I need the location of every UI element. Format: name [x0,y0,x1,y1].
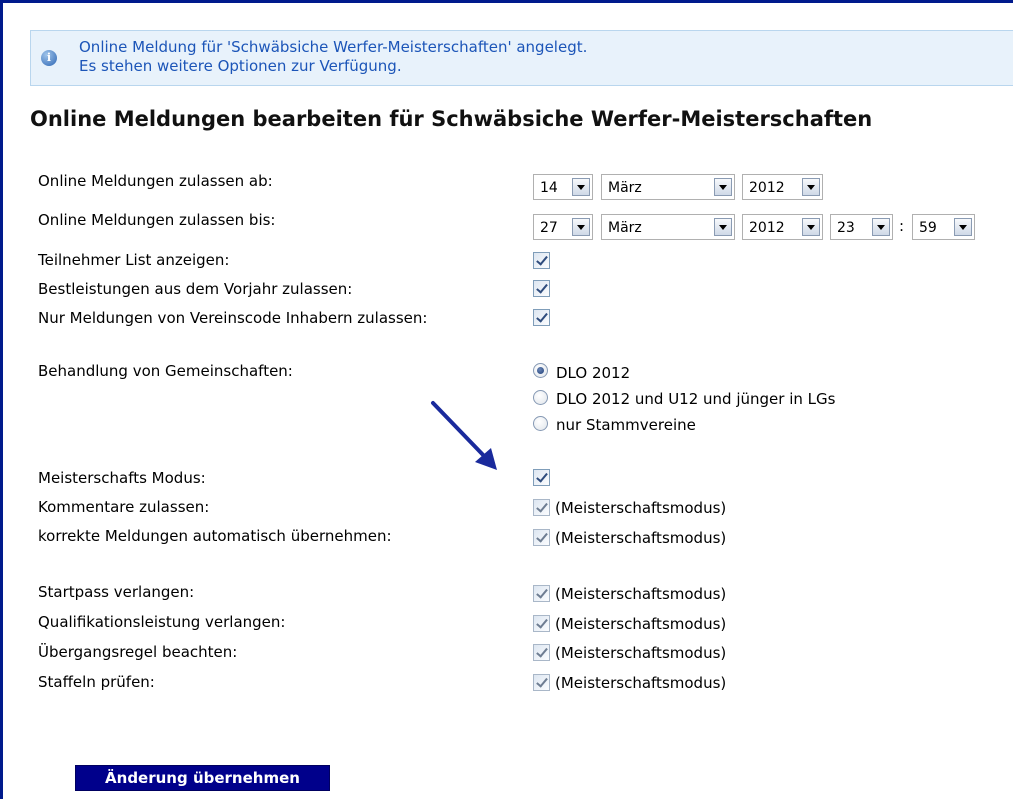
date-to-month-value: März [608,220,642,236]
info-line-1: Online Meldung für 'Schwäbsiche Werfer-M… [79,38,588,56]
date-to-year-select[interactable]: 2012 [742,214,823,240]
meisterschafts-modus-checkbox[interactable] [533,469,550,486]
korrekte-meldungen-note: (Meisterschaftsmodus) [555,529,727,547]
submit-button[interactable]: Änderung übernehmen [75,765,330,791]
radio-dlo-2012[interactable] [533,363,548,378]
date-to-day-value: 27 [540,220,558,236]
date-to-month-select[interactable]: März [601,214,735,240]
startpass-label: Startpass verlangen: [38,583,195,601]
teilnehmer-label: Teilnehmer List anzeigen: [38,251,230,269]
vereinscode-checkbox[interactable] [533,309,550,326]
time-separator: : [899,217,905,235]
date-from-month-select[interactable]: März [601,174,735,200]
annotation-arrow-icon [431,401,497,470]
radio-dlo-2012-label: DLO 2012 [556,364,631,382]
info-message-text: Online Meldung für 'Schwäbsiche Werfer-M… [79,38,587,76]
info-line-2: Es stehen weitere Optionen zur Verfügung… [79,57,402,75]
vereinscode-label: Nur Meldungen von Vereinscode Inhabern z… [38,309,428,327]
chevron-down-icon[interactable] [802,178,820,196]
date-to-year-value: 2012 [749,220,785,236]
staffeln-checkbox[interactable] [533,674,550,691]
bestleistungen-label: Bestleistungen aus dem Vorjahr zulassen: [38,280,353,298]
radio-stammvereine-label: nur Stammvereine [556,416,696,434]
korrekte-meldungen-label: korrekte Meldungen automatisch übernehme… [38,527,392,545]
radio-stammvereine[interactable] [533,416,548,431]
date-from-day-select[interactable]: 14 [533,174,593,200]
chevron-down-icon[interactable] [572,178,590,196]
date-to-hour-select[interactable]: 23 [830,214,893,240]
date-from-year-value: 2012 [749,180,785,196]
kommentare-label: Kommentare zulassen: [38,498,210,516]
date-to-label: Online Meldungen zulassen bis: [38,211,276,229]
date-from-year-select[interactable]: 2012 [742,174,823,200]
startpass-note: (Meisterschaftsmodus) [555,585,727,603]
date-from-label: Online Meldungen zulassen ab: [38,172,273,190]
uebergangsregel-checkbox[interactable] [533,644,550,661]
qualifikation-note: (Meisterschaftsmodus) [555,615,727,633]
chevron-down-icon[interactable] [954,218,972,236]
chevron-down-icon[interactable] [714,218,732,236]
date-to-minute-value: 59 [919,220,937,236]
window-frame-left [0,0,3,799]
qualifikation-checkbox[interactable] [533,615,550,632]
radio-dlo-2012-u12-label: DLO 2012 und U12 und jünger in LGs [556,390,836,408]
kommentare-checkbox[interactable] [533,499,550,516]
meisterschafts-modus-label: Meisterschafts Modus: [38,469,206,487]
date-to-hour-value: 23 [837,220,855,236]
staffeln-label: Staffeln prüfen: [38,673,155,691]
teilnehmer-checkbox[interactable] [533,252,550,269]
date-from-month-value: März [608,180,642,196]
chevron-down-icon[interactable] [802,218,820,236]
uebergangsregel-label: Übergangsregel beachten: [38,643,238,661]
radio-dlo-2012-u12[interactable] [533,390,548,405]
info-message: i Online Meldung für 'Schwäbsiche Werfer… [30,30,1013,86]
korrekte-meldungen-checkbox[interactable] [533,529,550,546]
gemeinschaften-label: Behandlung von Gemeinschaften: [38,362,293,380]
window-frame-top [0,0,1013,3]
date-from-day-value: 14 [540,180,558,196]
chevron-down-icon[interactable] [872,218,890,236]
bestleistungen-checkbox[interactable] [533,280,550,297]
staffeln-note: (Meisterschaftsmodus) [555,674,727,692]
page-title: Online Meldungen bearbeiten für Schwäbsi… [30,107,873,131]
kommentare-note: (Meisterschaftsmodus) [555,499,727,517]
info-icon: i [41,50,57,66]
startpass-checkbox[interactable] [533,585,550,602]
chevron-down-icon[interactable] [714,178,732,196]
uebergangsregel-note: (Meisterschaftsmodus) [555,644,727,662]
chevron-down-icon[interactable] [572,218,590,236]
qualifikation-label: Qualifikationsleistung verlangen: [38,613,286,631]
date-to-minute-select[interactable]: 59 [912,214,975,240]
date-to-day-select[interactable]: 27 [533,214,593,240]
